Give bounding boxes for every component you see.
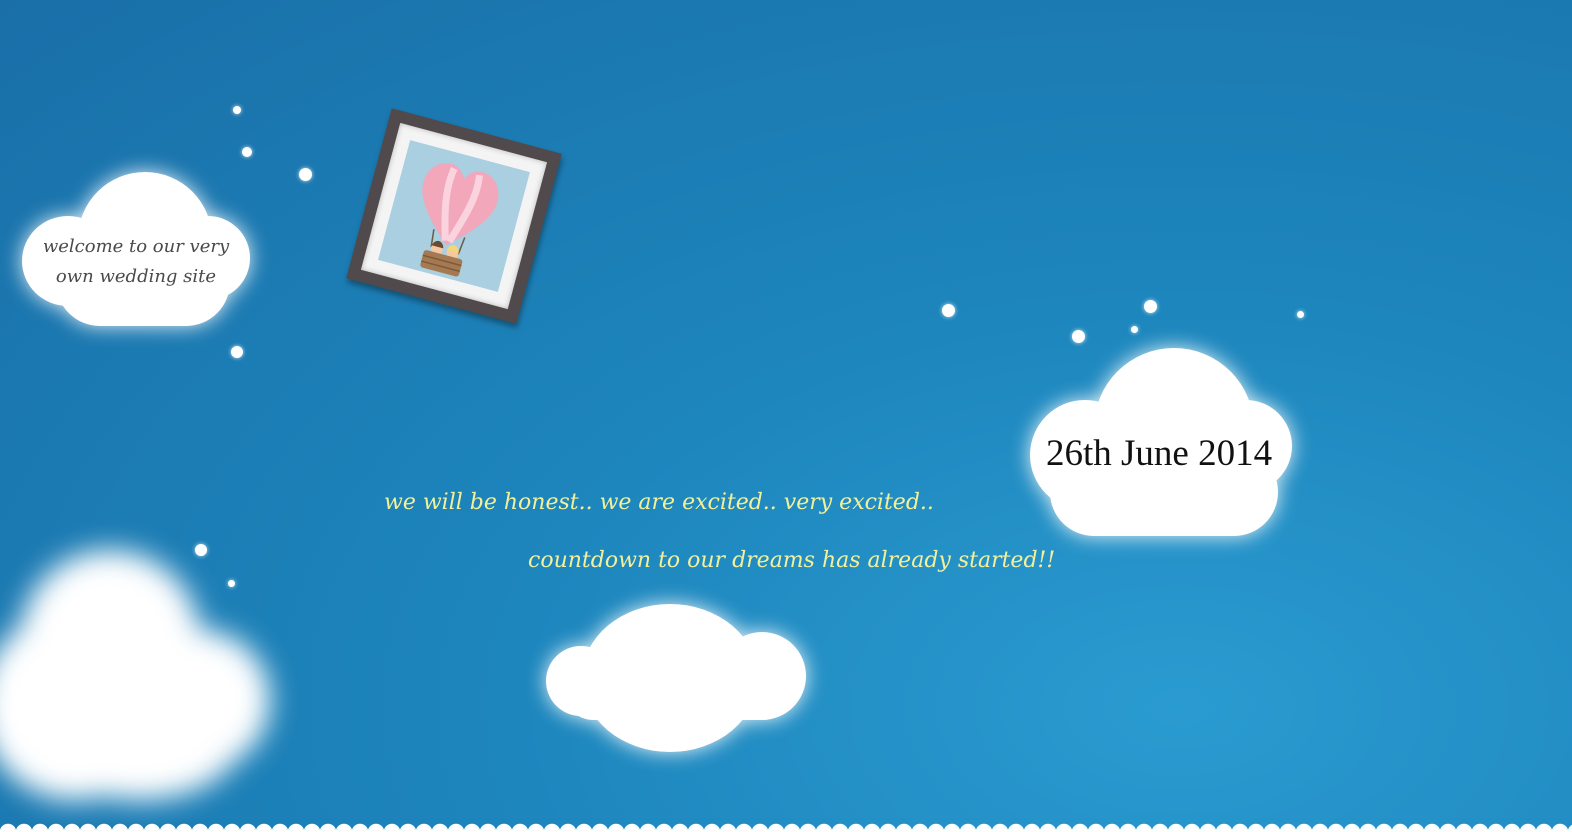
foreground-cloud (0, 550, 280, 810)
photo-image (378, 140, 530, 292)
hot-air-balloon-couple-icon (420, 163, 499, 277)
star-dot (1144, 300, 1157, 313)
photo-frame (346, 108, 562, 324)
star-dot (1131, 326, 1138, 333)
star-dot (231, 346, 243, 358)
star-dot (942, 304, 955, 317)
star-dot (228, 580, 235, 587)
star-dot (299, 168, 312, 181)
welcome-line-1: welcome to our very (42, 236, 230, 257)
tagline-line-2: countdown to our dreams has already star… (528, 548, 1056, 573)
middle-cloud (546, 604, 806, 752)
star-dot (1072, 330, 1085, 343)
star-dot (1297, 311, 1304, 318)
tagline-line-1: we will be honest.. we are excited.. ver… (384, 490, 934, 515)
star-dot (195, 544, 207, 556)
star-dot (242, 147, 252, 157)
sky-background: welcome to our very own wedding site 26t… (0, 0, 1572, 832)
photo-frame-mat (360, 122, 548, 310)
welcome-text: welcome to our very own wedding site (30, 232, 242, 292)
scalloped-border (0, 812, 1572, 832)
star-dot (233, 106, 241, 114)
wedding-date: 26th June 2014 (1046, 433, 1273, 474)
welcome-line-2: own wedding site (55, 266, 217, 287)
